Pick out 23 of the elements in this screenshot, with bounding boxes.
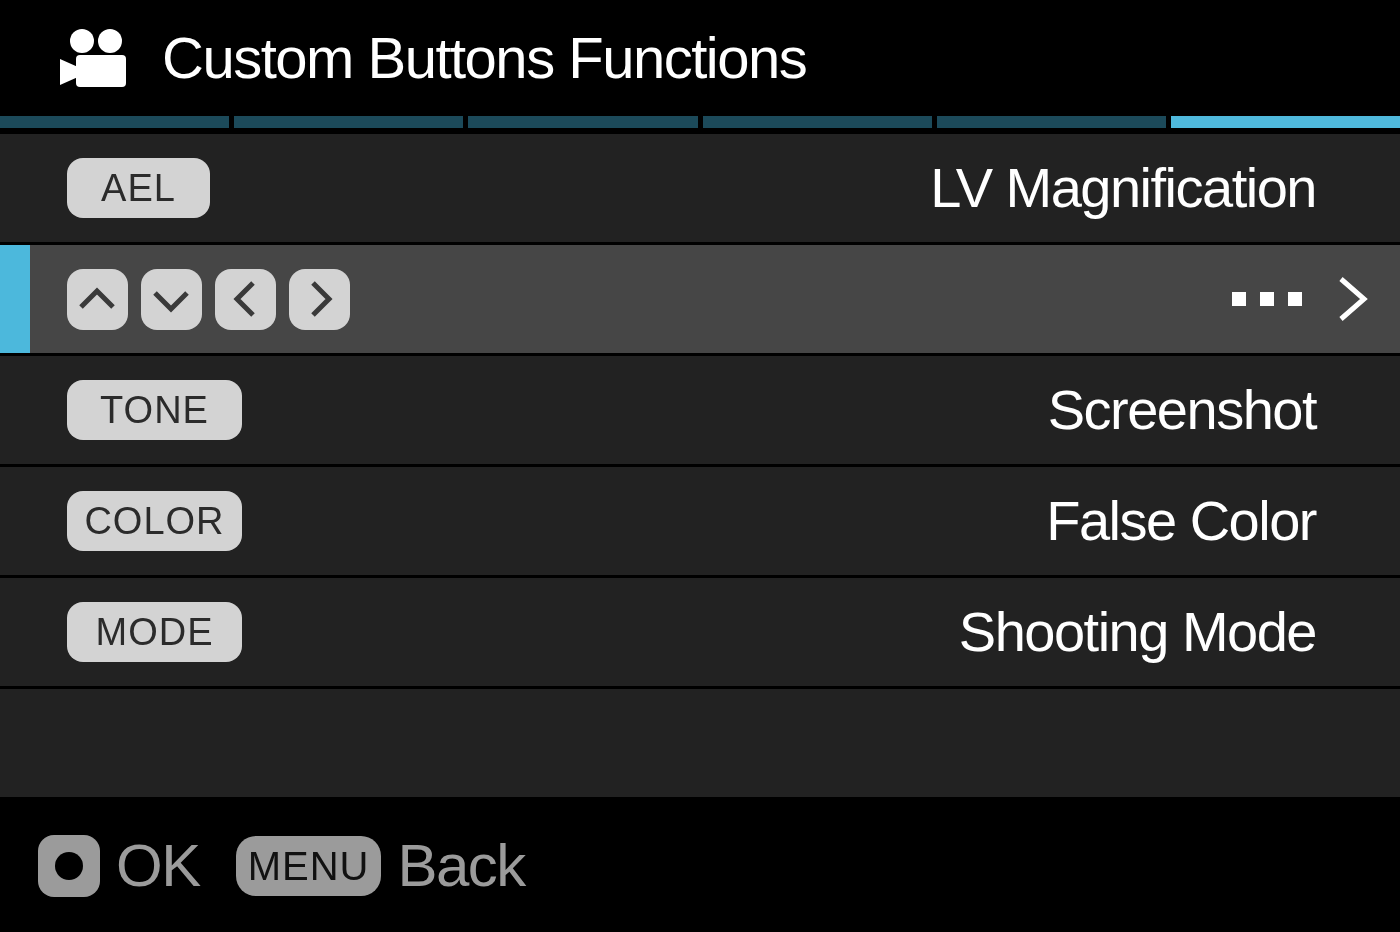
more-icon — [1232, 292, 1302, 306]
arrow-left-key-icon — [215, 268, 276, 330]
setting-value: Screenshot — [1047, 382, 1316, 438]
key-label: TONE — [67, 380, 242, 440]
hint-label: OK — [116, 836, 200, 896]
menu-row[interactable]: TONE Screenshot — [0, 356, 1400, 464]
ok-button-icon — [38, 835, 100, 897]
arrow-up-key-icon — [67, 268, 128, 330]
menu-row[interactable]: MODE Shooting Mode — [0, 578, 1400, 686]
key-label: MODE — [67, 602, 242, 662]
chevron-right-icon — [1338, 277, 1368, 321]
key-label: MENU — [235, 836, 382, 896]
screen-title: Custom Buttons Functions — [162, 29, 807, 87]
arrow-down-key-icon — [141, 268, 202, 330]
menu-row[interactable]: COLOR False Color — [0, 467, 1400, 575]
arrow-right-key-icon — [289, 268, 350, 330]
key-label: COLOR — [67, 491, 242, 551]
movie-camera-icon — [60, 29, 126, 87]
menu-row[interactable] — [0, 245, 1400, 353]
hint-label: Back — [397, 836, 525, 896]
setting-value: False Color — [1046, 493, 1316, 549]
menu-row[interactable]: AEL LV Magnification — [0, 134, 1400, 242]
key-label: AEL — [67, 158, 210, 218]
